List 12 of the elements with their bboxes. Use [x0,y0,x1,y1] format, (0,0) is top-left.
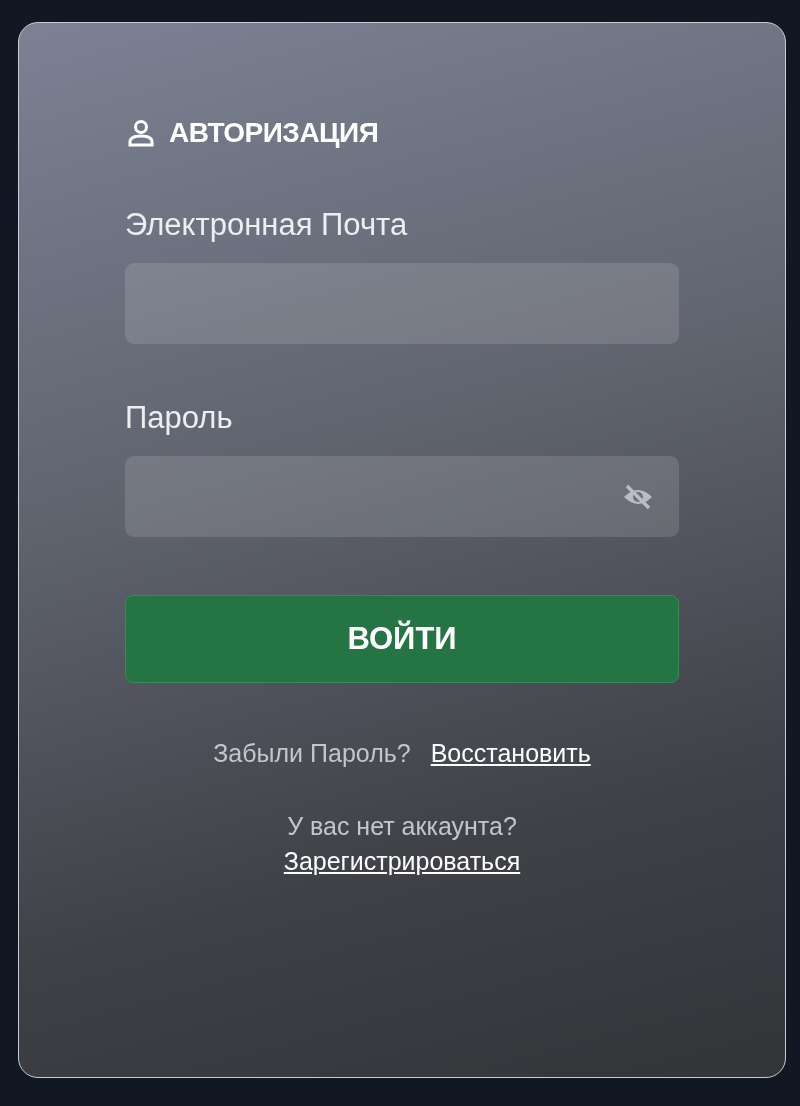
register-link[interactable]: Зарегистрироваться [283,847,521,876]
eye-slash-icon[interactable] [623,483,653,510]
field-label: Пароль [125,400,234,436]
login-button[interactable]: ВОЙТИ [125,595,679,683]
user-icon [127,119,155,147]
password-field[interactable] [125,456,679,537]
email-field[interactable] [125,263,679,344]
form-title: АВТОРИЗАЦИЯ [169,117,379,149]
field-label: Электронная Почта [125,207,409,243]
restore-link[interactable]: Восстановить [430,739,591,768]
no-account-text: У вас нет аккаунта? [287,812,517,841]
forgot-password-text: Забыли Пароль? [213,739,411,768]
